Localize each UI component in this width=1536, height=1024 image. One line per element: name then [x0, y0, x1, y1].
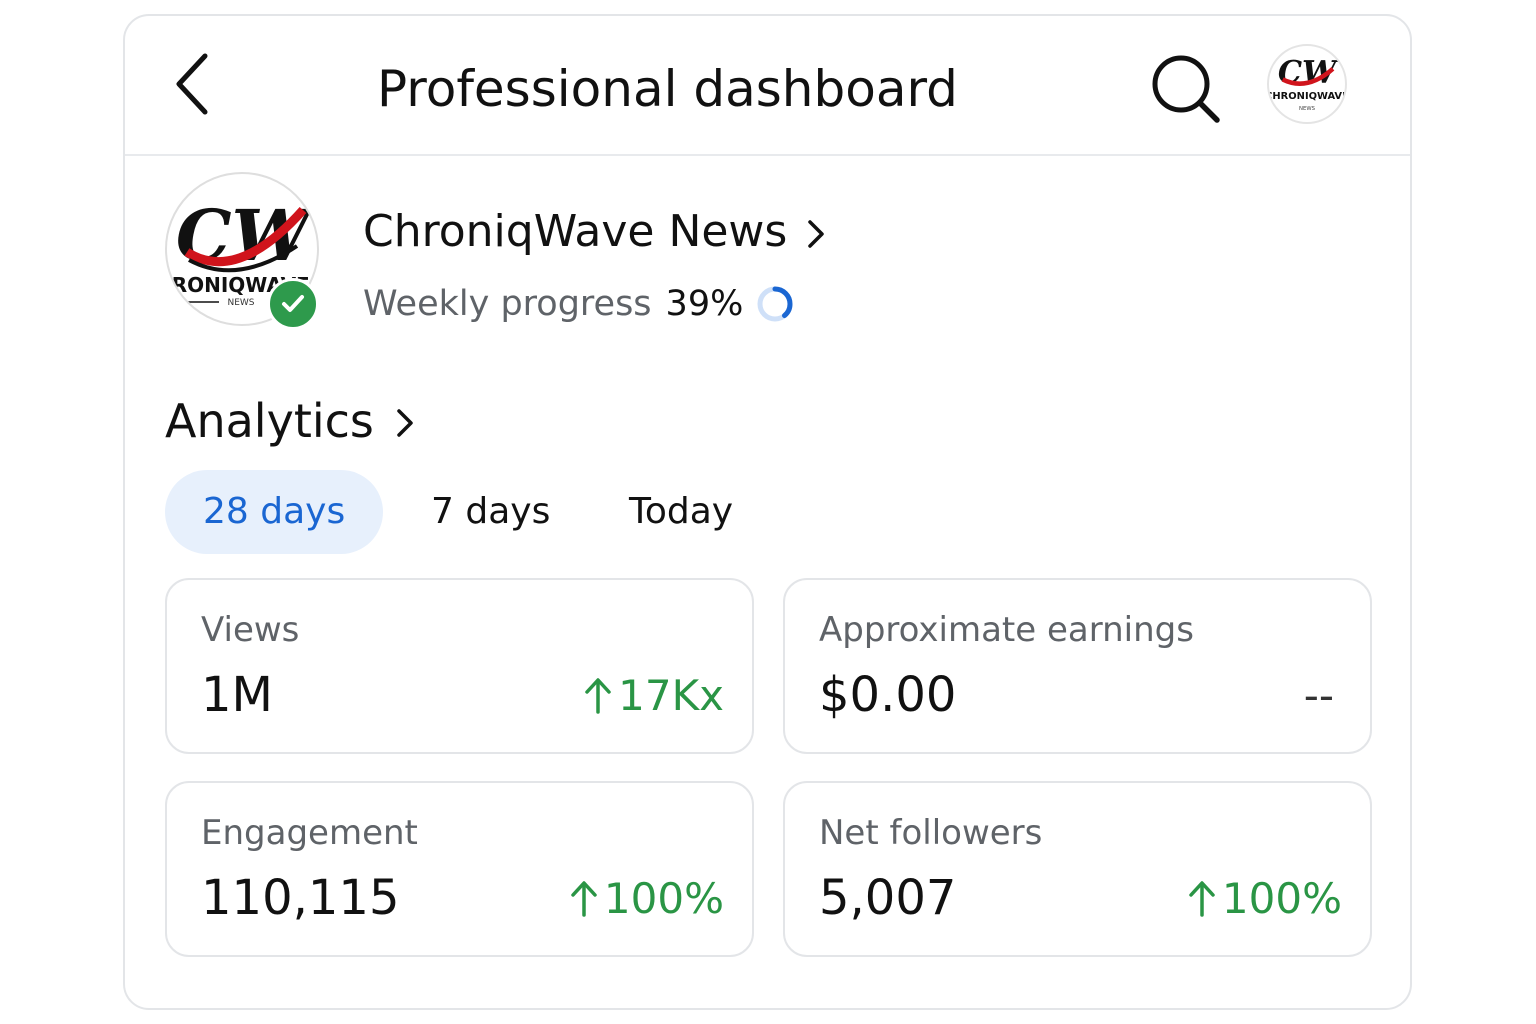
svg-text:NEWS: NEWS	[1299, 106, 1316, 112]
page-name-link[interactable]: ChroniqWave News	[363, 202, 825, 262]
metric-change: 100%	[1188, 869, 1342, 929]
metric-label: Approximate earnings	[819, 610, 1194, 650]
metric-change-value: 17Kx	[618, 671, 724, 720]
metric-card-earnings[interactable]: Approximate earnings $0.00 --	[783, 578, 1372, 754]
metric-value: $0.00	[819, 667, 957, 723]
svg-text:NEWS: NEWS	[227, 298, 254, 308]
analytics-link[interactable]: Analytics	[165, 390, 414, 452]
metric-change-value: 100%	[1221, 874, 1342, 923]
page-name: ChroniqWave News	[363, 206, 788, 257]
account-avatar[interactable]: CW CHRONIQWAVE NEWS	[1267, 44, 1347, 124]
metric-change: --	[1304, 666, 1334, 726]
metric-value: 1M	[201, 667, 273, 723]
check-icon	[282, 295, 304, 312]
back-button[interactable]	[163, 52, 223, 116]
arrow-up-icon	[571, 881, 597, 917]
arrow-up-icon	[1189, 881, 1215, 917]
chevron-right-icon	[808, 220, 825, 248]
page-title: Professional dashboard	[377, 60, 958, 118]
metric-label: Engagement	[201, 813, 418, 853]
metric-change-value: --	[1303, 671, 1334, 720]
search-icon	[1152, 55, 1220, 123]
tab-7-days[interactable]: 7 days	[431, 470, 550, 554]
svg-text:CHRONIQWAVE: CHRONIQWAVE	[1269, 91, 1345, 102]
metric-label: Net followers	[819, 813, 1043, 853]
tab-28-days[interactable]: 28 days	[165, 470, 384, 554]
metric-card-net-followers[interactable]: Net followers 5,007 100%	[783, 781, 1372, 957]
metric-value: 110,115	[201, 870, 400, 926]
analytics-title: Analytics	[165, 394, 374, 448]
chevron-right-icon	[397, 409, 413, 437]
verified-badge	[267, 278, 319, 330]
progress-label: Weekly progress	[363, 284, 652, 324]
tab-today[interactable]: Today	[629, 470, 733, 554]
chevron-left-icon	[176, 53, 208, 115]
weekly-progress: Weekly progress 39%	[363, 280, 795, 328]
metric-change: 100%	[570, 869, 724, 929]
progress-value: 39%	[665, 284, 744, 324]
arrow-up-icon	[585, 678, 611, 714]
metric-change: 17Kx	[584, 666, 724, 726]
metric-label: Views	[201, 610, 300, 650]
page-avatar[interactable]: CW CHRONIQWAVE NEWS	[165, 172, 319, 330]
top-app-bar: Professional dashboard CW CHRONIQWAVE NE…	[125, 16, 1410, 156]
metric-change-value: 100%	[603, 874, 724, 923]
metric-card-engagement[interactable]: Engagement 110,115 100%	[165, 781, 754, 957]
dashboard-card: Professional dashboard CW CHRONIQWAVE NE…	[123, 14, 1412, 1010]
metric-card-views[interactable]: Views 1M 17Kx	[165, 578, 754, 754]
progress-ring-icon	[757, 286, 793, 322]
search-button[interactable]	[1149, 52, 1225, 128]
metric-value: 5,007	[819, 870, 957, 926]
brand-logo: CW CHRONIQWAVE NEWS	[1269, 54, 1345, 112]
